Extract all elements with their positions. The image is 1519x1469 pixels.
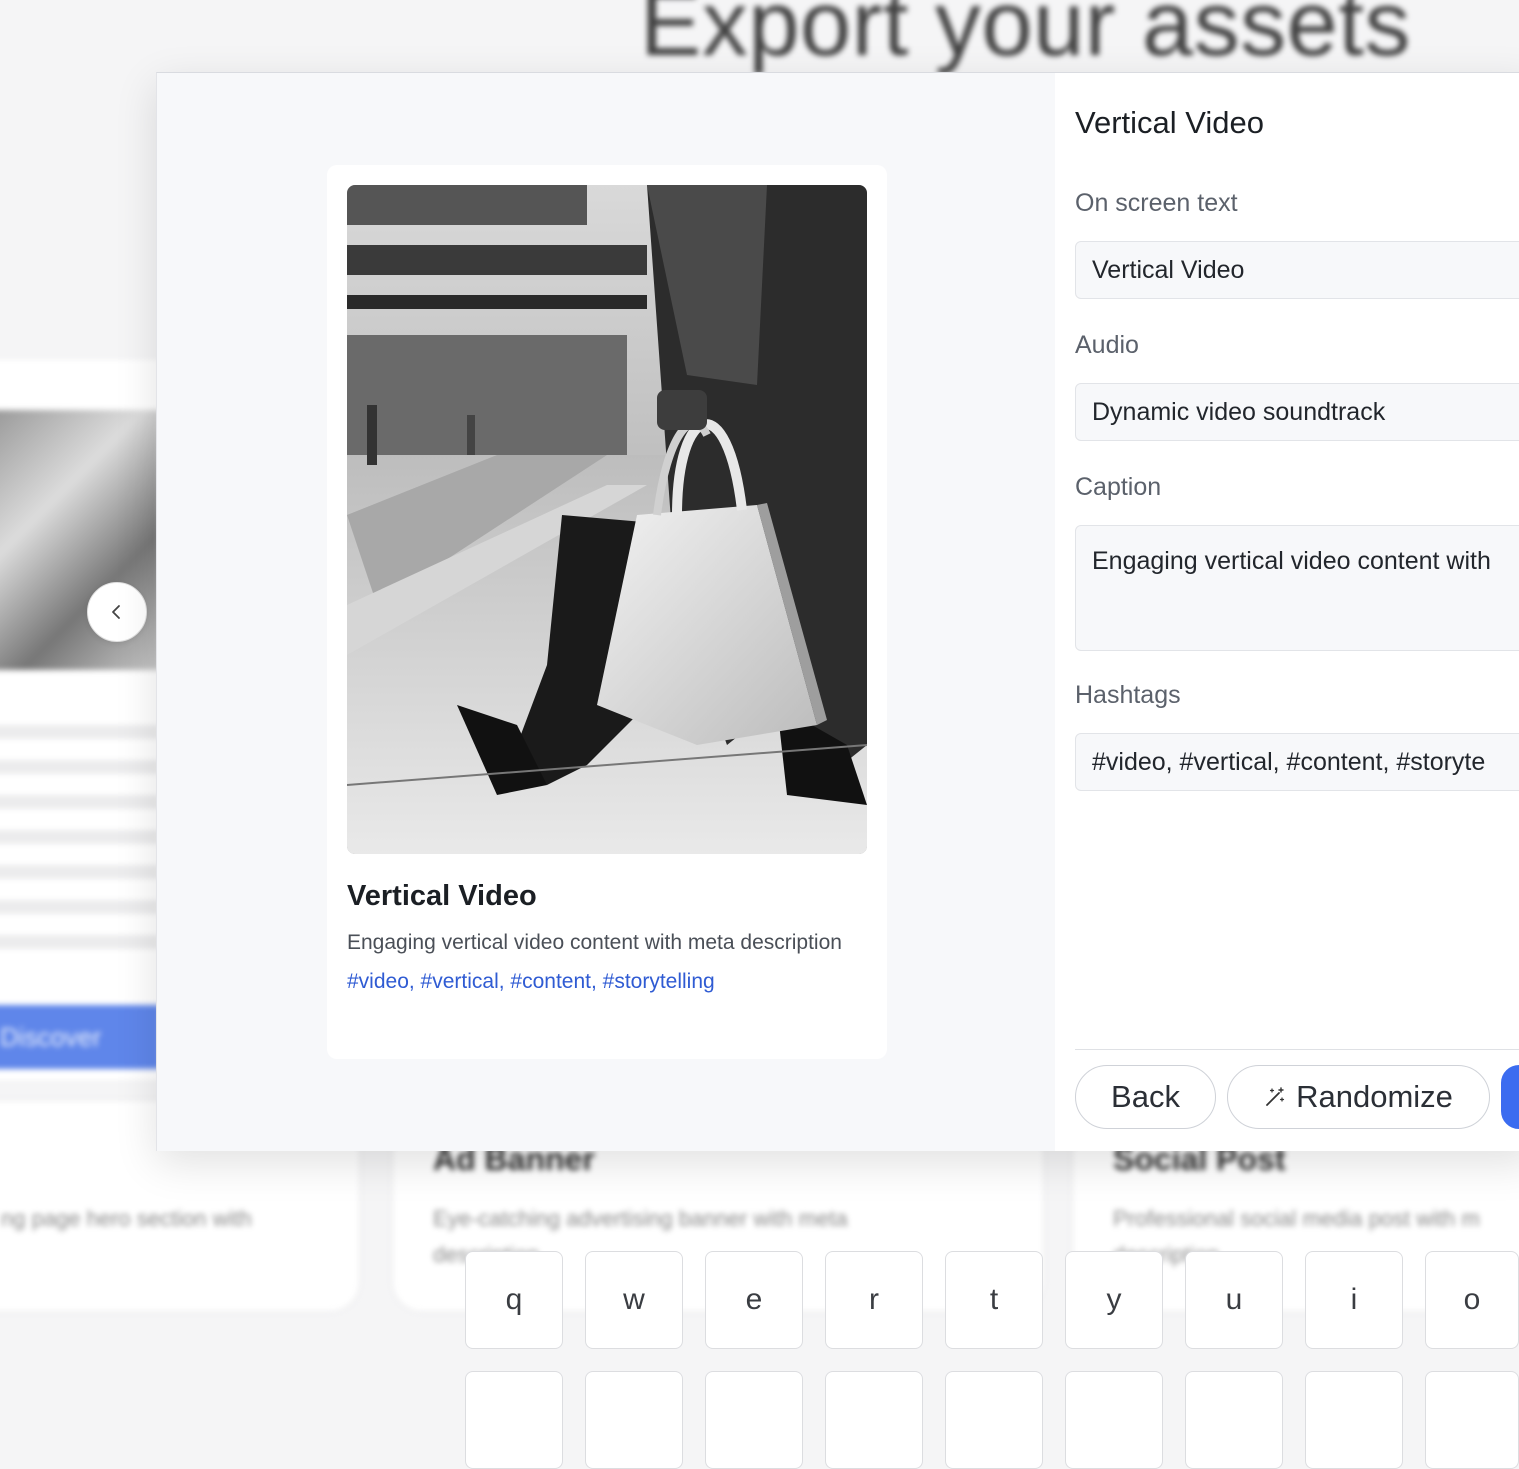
preview-card: Vertical Video Engaging vertical video c… [327, 165, 887, 1059]
edit-asset-modal: Vertical Video Engaging vertical video c… [156, 72, 1519, 1151]
hashtags-label: Hashtags [1075, 681, 1181, 709]
key-y[interactable]: y [1065, 1251, 1163, 1349]
hashtags-input[interactable] [1075, 733, 1519, 791]
keyboard-key[interactable] [585, 1371, 683, 1469]
key-w[interactable]: w [585, 1251, 683, 1349]
background-line [0, 935, 160, 949]
on-screen-text-input[interactable] [1075, 241, 1519, 299]
audio-input[interactable] [1075, 383, 1519, 441]
background-line [0, 865, 160, 879]
magic-wand-icon [1266, 1087, 1285, 1106]
key-q[interactable]: q [465, 1251, 563, 1349]
keyboard-key[interactable] [1185, 1371, 1283, 1469]
keyboard-key[interactable] [1425, 1371, 1519, 1469]
keyboard-key[interactable] [825, 1371, 923, 1469]
preview-hashtags: #video, #vertical, #content, #storytelli… [347, 970, 715, 993]
caption-textarea[interactable]: Engaging vertical video content with [1075, 525, 1519, 651]
back-button-label: Back [1111, 1079, 1180, 1114]
key-e[interactable]: e [705, 1251, 803, 1349]
on-screen-text-label: On screen text [1075, 189, 1238, 217]
key-o[interactable]: o [1425, 1251, 1519, 1349]
keyboard-key[interactable] [465, 1371, 563, 1469]
primary-action-button[interactable] [1501, 1065, 1519, 1129]
key-u[interactable]: u [1185, 1251, 1283, 1349]
chevron-left-icon [112, 605, 120, 619]
background-card-description: Professional social media post with m [1113, 1206, 1480, 1231]
settings-panel: Vertical Video On screen text Audio Capt… [1055, 73, 1519, 1151]
background-card-left: Discover [0, 360, 160, 1080]
audio-label: Audio [1075, 331, 1139, 359]
background-line [0, 760, 160, 774]
back-button[interactable]: Back [1075, 1065, 1216, 1129]
preview-title: Vertical Video [347, 880, 537, 912]
panel-title: Vertical Video [1075, 105, 1264, 140]
preview-image [347, 185, 867, 854]
randomize-button[interactable]: Randomize [1227, 1065, 1490, 1129]
carousel-prev-button[interactable] [87, 582, 147, 642]
background-line [0, 900, 160, 914]
keyboard-key[interactable] [945, 1371, 1043, 1469]
key-t[interactable]: t [945, 1251, 1043, 1349]
background-line [0, 795, 160, 809]
background-line [0, 725, 160, 739]
key-r[interactable]: r [825, 1251, 923, 1349]
randomize-button-label: Randomize [1296, 1079, 1453, 1114]
caption-label: Caption [1075, 473, 1162, 501]
background-card-description: Eye-catching advertising banner with met… [433, 1206, 848, 1231]
keyboard-key[interactable] [705, 1371, 803, 1469]
discover-button: Discover [0, 1005, 160, 1069]
keyboard-key[interactable] [1305, 1371, 1403, 1469]
background-line [0, 830, 160, 844]
footer-divider [1075, 1049, 1519, 1050]
key-i[interactable]: i [1305, 1251, 1403, 1349]
preview-description: Engaging vertical video content with met… [347, 931, 842, 954]
keyboard-key[interactable] [1065, 1371, 1163, 1469]
page-title: Export your assets [640, 0, 1411, 75]
background-card-description: ng page hero section with [1, 1206, 252, 1231]
